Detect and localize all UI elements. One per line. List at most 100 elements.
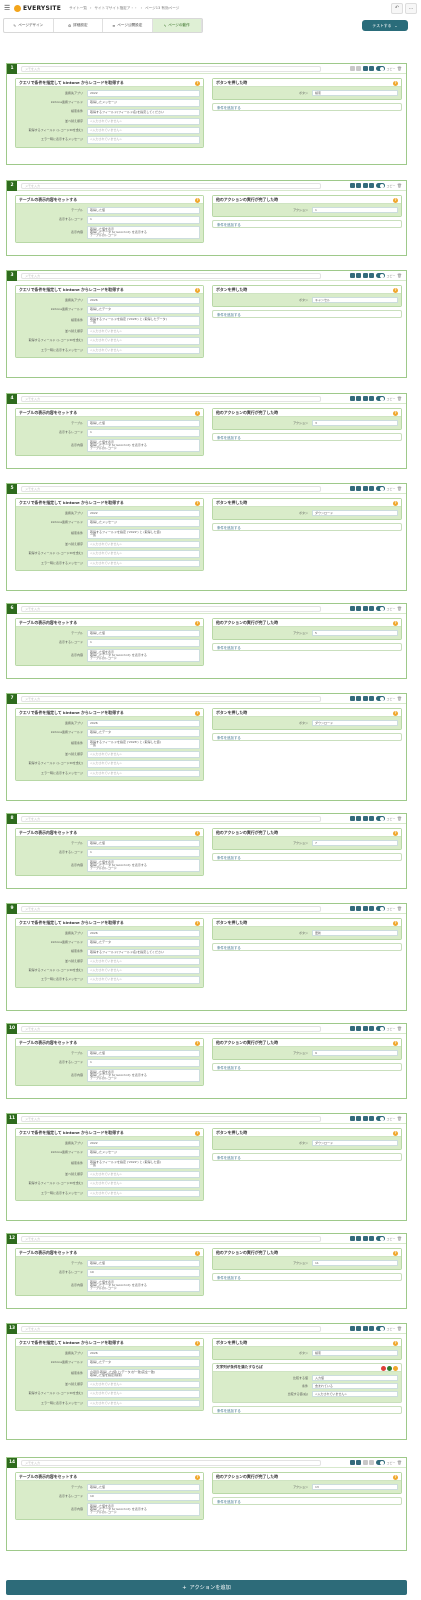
field-input[interactable]: 1 [87, 216, 200, 224]
trash-icon[interactable]: 🗑 [397, 66, 402, 71]
move-up-icon[interactable] [349, 1236, 355, 1241]
move-bottom-icon[interactable] [369, 66, 375, 71]
memo-input[interactable]: メモを入力 [21, 485, 321, 492]
move-bottom-icon[interactable] [369, 1026, 375, 1031]
undo-icon[interactable]: ↶ [391, 2, 403, 14]
move-bottom-icon[interactable] [369, 606, 375, 611]
enable-toggle[interactable] [375, 606, 385, 611]
field-input[interactable]: <入力されていません> [87, 1399, 200, 1408]
memo-input[interactable]: メモを入力 [21, 65, 321, 72]
move-top-icon[interactable] [362, 1116, 368, 1121]
field-input[interactable]: 取得したデータ [87, 729, 200, 737]
field-input[interactable]: <入力されていません> [87, 136, 200, 144]
field-input[interactable]: 取得したデータ [87, 306, 200, 314]
copy-button[interactable]: コピー [386, 697, 395, 701]
help-icon[interactable]: ? [393, 830, 398, 836]
memo-input[interactable]: メモを入力 [21, 1459, 321, 1466]
trash-icon[interactable]: 🗑 [397, 486, 402, 491]
field-input[interactable]: <入力されていません> [87, 957, 200, 966]
trigger-input[interactable]: 3 [312, 420, 398, 426]
ellipsis-icon[interactable]: … [405, 2, 417, 14]
trash-icon[interactable]: 🗑 [397, 1116, 402, 1121]
move-bottom-icon[interactable] [369, 906, 375, 911]
move-top-icon[interactable] [362, 816, 368, 821]
field-input[interactable]: 取得するフィールドを指定 ('2022') と (取得した値) 一覧 [87, 1158, 200, 1170]
field-input[interactable]: <入力されていません> [87, 1189, 200, 1198]
help-icon[interactable]: ? [195, 920, 200, 926]
trigger-input[interactable]: 13 [312, 1484, 398, 1490]
help-icon[interactable]: ? [195, 197, 200, 203]
move-up-icon[interactable] [349, 1116, 355, 1121]
field-input[interactable]: <入力されていません> [87, 346, 200, 355]
condition-input[interactable]: 入力値 [312, 1375, 398, 1381]
field-input[interactable]: <入力されていません> [87, 967, 200, 975]
field-input[interactable]: 取得した値を表示 取得したデータ ${record.id} を表示する テーブル… [87, 648, 200, 663]
enable-toggle[interactable] [375, 1116, 385, 1121]
trash-icon[interactable]: 🗑 [397, 1026, 402, 1031]
help-icon[interactable]: ? [393, 710, 398, 716]
help-icon[interactable]: ? [195, 1250, 200, 1256]
field-input[interactable]: 取得した値を表示 取得したデータ ${record.id} を表示する テーブル… [87, 438, 200, 453]
move-down-icon[interactable] [356, 606, 362, 611]
help-icon[interactable]: ? [195, 410, 200, 416]
copy-button[interactable]: コピー [386, 1461, 395, 1465]
trash-icon[interactable]: 🗑 [397, 816, 402, 821]
copy-button[interactable]: コピー [386, 1027, 395, 1031]
add-condition-button[interactable]: 条件を追加する [212, 853, 402, 861]
field-input[interactable]: 取得したメッセージ [87, 99, 200, 107]
enable-toggle[interactable] [375, 1460, 385, 1465]
move-down-icon[interactable] [356, 1116, 362, 1121]
memo-input[interactable]: メモを入力 [21, 905, 321, 912]
field-input[interactable]: 取得した値 [87, 1260, 200, 1268]
help-icon[interactable]: ? [393, 410, 398, 416]
condition-input[interactable]: <入力されていません> [312, 1391, 398, 1397]
trigger-input[interactable]: 7 [312, 840, 398, 846]
field-input[interactable]: <入力されていません> [87, 976, 200, 984]
move-top-icon[interactable] [362, 66, 368, 71]
help-icon[interactable]: ? [195, 287, 200, 293]
move-down-icon[interactable] [356, 1236, 362, 1241]
copy-button[interactable]: コピー [386, 1117, 395, 1121]
enable-toggle[interactable] [375, 273, 385, 278]
remove-icon[interactable] [381, 1365, 386, 1371]
tab-detail-settings[interactable]: ⚙ 詳細設定 [54, 19, 103, 32]
add-condition-button[interactable]: 条件を追加する [212, 1406, 402, 1414]
field-input[interactable]: 2022 [87, 1140, 200, 1148]
move-top-icon[interactable] [362, 396, 368, 401]
tab-page-actions[interactable]: ϟ ページの動作 [152, 19, 202, 32]
move-top-icon[interactable] [362, 696, 368, 701]
move-down-icon[interactable] [356, 183, 362, 188]
trigger-input[interactable]: ダウンロード [312, 1140, 398, 1146]
trigger-input[interactable]: 5 [312, 630, 398, 636]
help-icon[interactable]: ? [393, 920, 398, 926]
condition-input[interactable]: 含まれている [312, 1383, 398, 1389]
move-bottom-icon[interactable] [369, 183, 375, 188]
move-bottom-icon[interactable] [369, 816, 375, 821]
field-input[interactable]: 2026 [87, 930, 200, 938]
move-bottom-icon[interactable] [369, 1116, 375, 1121]
field-input[interactable]: 1 [87, 639, 200, 647]
field-input[interactable]: 取得したメッセージ [87, 1149, 200, 1157]
memo-input[interactable]: メモを入力 [21, 1115, 321, 1122]
move-up-icon[interactable] [349, 273, 355, 278]
add-condition-button[interactable]: 条件を追加する [212, 1063, 402, 1071]
move-top-icon[interactable] [362, 273, 368, 278]
help-icon[interactable]: ? [393, 1474, 398, 1480]
trash-icon[interactable]: 🗑 [397, 1236, 402, 1241]
field-input[interactable]: 取得するフィールド(フィールド名)を指定してください [87, 948, 200, 956]
move-bottom-icon[interactable] [369, 696, 375, 701]
add-condition-button[interactable]: 条件を追加する [212, 433, 402, 441]
enable-toggle[interactable] [375, 396, 385, 401]
field-input[interactable]: 取得した値を表示 取得したデータ ${record.id} を表示する テーブル… [87, 1068, 200, 1083]
move-bottom-icon[interactable] [369, 396, 375, 401]
enable-toggle[interactable] [375, 696, 385, 701]
trash-icon[interactable]: 🗑 [397, 183, 402, 188]
move-top-icon[interactable] [362, 1026, 368, 1031]
move-bottom-icon[interactable] [369, 1460, 375, 1465]
move-up-icon[interactable] [349, 396, 355, 401]
add-condition-button[interactable]: 条件を追加する [212, 733, 402, 741]
move-down-icon[interactable] [356, 66, 362, 71]
move-down-icon[interactable] [356, 1026, 362, 1031]
field-input[interactable]: 取得した値 [87, 840, 200, 848]
field-input[interactable]: 取得するフィールド(フィールド名)を指定してください [87, 108, 200, 116]
